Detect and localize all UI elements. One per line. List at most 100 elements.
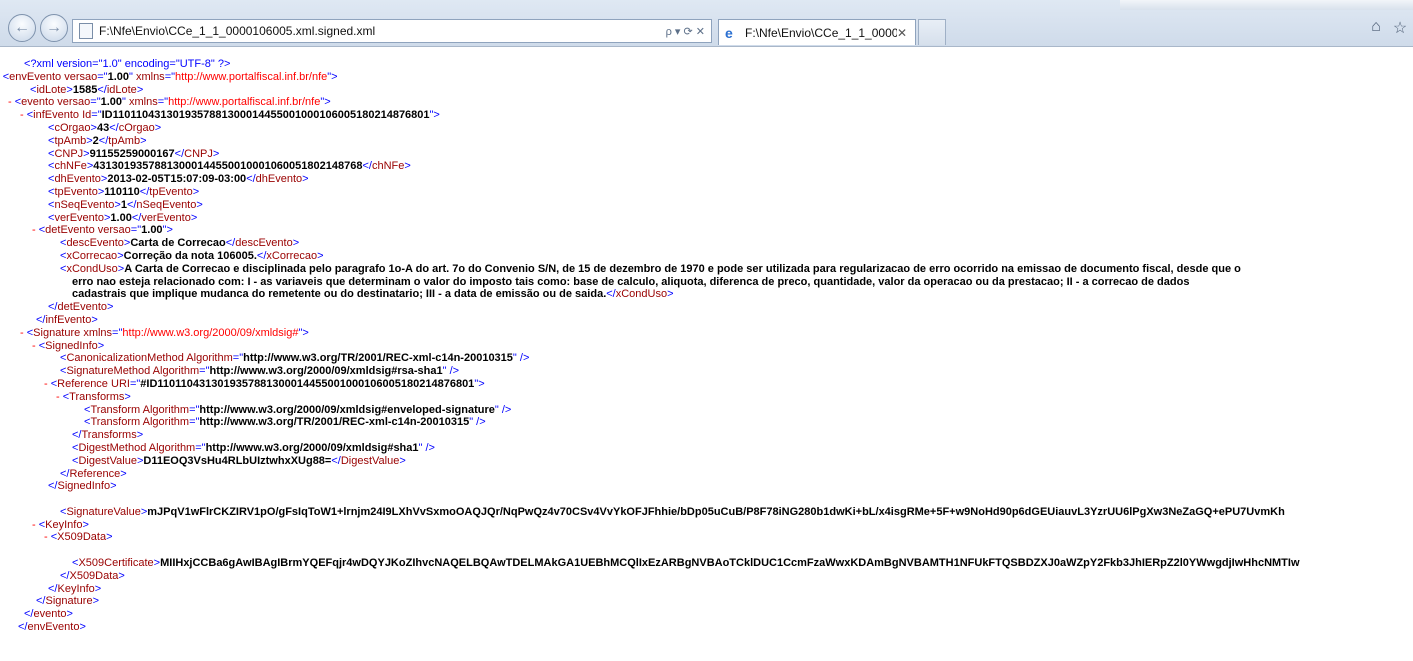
xml-line: <tpEvento>110110</tpEvento> — [0, 186, 1413, 199]
xml-token: erro nao esteja relacionado com: I - as … — [72, 275, 1190, 288]
home-icon[interactable]: ⌂ — [1366, 18, 1386, 38]
tab-active[interactable]: e F:\Nfe\Envio\CCe_1_1_0000... ✕ — [718, 19, 916, 45]
xml-token: =" — [232, 352, 244, 365]
collapse-toggle[interactable]: - — [56, 391, 63, 403]
xml-line[interactable]: - <SignedInfo> — [0, 340, 1413, 353]
xml-token: 1.00 — [141, 224, 163, 237]
xml-line[interactable]: - <Transforms> — [0, 391, 1413, 404]
xml-line — [0, 544, 1413, 557]
xml-line[interactable]: - <KeyInfo> — [0, 519, 1413, 532]
xml-token: evento — [33, 608, 67, 621]
xml-token: xmlns — [80, 326, 113, 339]
xml-token: http://www.portalfiscal.inf.br/nfe — [175, 70, 328, 83]
xml-token: =" — [130, 224, 142, 237]
xml-token: tpEvento — [149, 185, 193, 198]
xml-token: 91155259000167 — [89, 147, 175, 160]
close-tab-icon[interactable]: ✕ — [897, 26, 911, 40]
xml-token: http://www.w3.org/TR/2001/REC-xml-c14n-2… — [243, 352, 513, 365]
collapse-toggle[interactable]: - — [32, 519, 39, 531]
xml-token: SignatureValue — [66, 505, 141, 518]
xml-token: =" — [97, 70, 108, 83]
xml-line[interactable]: - <envEvento versao="1.00" xmlns="http:/… — [0, 71, 1413, 84]
xml-line[interactable]: - <evento versao="1.00" xmlns="http://ww… — [0, 96, 1413, 109]
xml-token: =" — [189, 403, 200, 416]
xml-token: 1585 — [72, 83, 98, 96]
xml-line: <chNFe>431301935788130001445500100010600… — [0, 160, 1413, 173]
xml-token: > — [110, 480, 117, 493]
xml-token: CNPJ — [54, 147, 84, 160]
xml-line: <nSeqEvento>1</nSeqEvento> — [0, 199, 1413, 212]
xml-token: ID11011043130193578813000144550010001060… — [101, 109, 430, 122]
xml-line[interactable]: - <detEvento versao="1.00"> — [0, 224, 1413, 237]
xml-line — [0, 493, 1413, 506]
xml-token: http://www.portalfiscal.inf.br/nfe — [168, 96, 321, 109]
xml-token: MIIHxjCCBa6gAwIBAgIBrmYQEFqjr4wDQYJKoZIh… — [160, 557, 1300, 570]
xml-token: envEvento — [9, 70, 62, 83]
address-controls[interactable]: ρ ▾ ⟳ ✕ — [666, 25, 705, 38]
xml-token: SignedInfo — [57, 480, 111, 493]
collapse-toggle[interactable]: - — [20, 327, 27, 339]
xml-token: envEvento — [27, 621, 80, 634]
collapse-toggle[interactable]: - — [44, 531, 51, 543]
address-url[interactable]: F:\Nfe\Envio\CCe_1_1_0000106005.xml.sign… — [99, 24, 666, 38]
back-button[interactable]: ← — [8, 14, 36, 42]
xml-token: http://www.w3.org/2000/09/xmldsig# — [122, 326, 299, 339]
xml-token: Transforms — [69, 390, 125, 403]
xml-token: </ — [606, 288, 616, 301]
xml-line: <idLote>1585</idLote> — [0, 84, 1413, 97]
xml-token: tpEvento — [54, 185, 98, 198]
xml-token: " /> — [512, 352, 530, 365]
xml-token: </ — [109, 121, 119, 134]
xml-token: > — [124, 390, 131, 403]
xml-token: > — [212, 147, 220, 160]
xml-token: </ — [331, 454, 341, 467]
xml-line: </Signature> — [0, 595, 1413, 608]
xml-token: CanonicalizationMethod — [66, 352, 184, 365]
xml-token: nSeqEvento — [136, 198, 197, 211]
address-bar[interactable]: F:\Nfe\Envio\CCe_1_1_0000106005.xml.sign… — [72, 19, 712, 43]
xml-token: Signature — [45, 595, 93, 608]
xml-token: > — [190, 211, 198, 224]
back-arrow-icon: ← — [14, 19, 30, 36]
xml-line: <verEvento>1.00</verEvento> — [0, 212, 1413, 225]
xml-token: descEvento — [66, 237, 124, 250]
collapse-toggle[interactable]: - — [32, 340, 39, 352]
xml-token: =" — [129, 377, 141, 390]
forward-button[interactable]: → — [40, 14, 68, 42]
xml-line[interactable]: - <Signature xmlns="http://www.w3.org/20… — [0, 327, 1413, 340]
collapse-toggle[interactable]: - — [20, 109, 27, 121]
xml-token: 1.00 — [100, 96, 123, 109]
xml-token: > — [120, 467, 127, 480]
xml-token: nSeqEvento — [54, 198, 115, 211]
xml-token: </ — [97, 83, 107, 96]
xml-token: chNFe — [54, 160, 87, 173]
collapse-toggle[interactable]: - — [8, 96, 15, 108]
xml-token: Algorithm — [140, 416, 190, 429]
xml-token: =" — [91, 109, 102, 122]
xml-token: versao — [54, 96, 91, 109]
xml-line[interactable]: - <Reference URI="#ID1101104313019357881… — [0, 378, 1413, 391]
xml-token: xCorrecao — [66, 249, 118, 262]
xml-token: versao — [61, 70, 98, 83]
favorites-star-icon[interactable]: ☆ — [1390, 18, 1410, 38]
xml-line: <DigestMethod Algorithm="http://www.w3.o… — [0, 442, 1413, 455]
xml-token: </ — [126, 198, 137, 211]
xml-token: =" — [90, 96, 101, 109]
tab-title: F:\Nfe\Envio\CCe_1_1_0000... — [745, 25, 897, 40]
xml-token: SignedInfo — [45, 339, 98, 352]
xml-token: <?xml version="1.0" encoding="UTF-8" ?> — [24, 58, 231, 70]
xml-token: Algorithm — [183, 352, 233, 365]
page-icon — [79, 23, 93, 39]
xml-token: "> — [298, 326, 309, 339]
xml-token: Id — [79, 109, 92, 122]
xml-token: =" — [189, 416, 200, 429]
xml-token: > — [317, 249, 324, 262]
ie-icon: e — [725, 24, 733, 41]
collapse-toggle[interactable]: - — [32, 224, 39, 236]
xml-line[interactable]: - <infEvento Id="ID110110431301935788130… — [0, 109, 1413, 122]
xml-token: tpAmb — [54, 134, 87, 147]
collapse-toggle[interactable]: - — [44, 378, 51, 390]
new-tab-button[interactable] — [918, 19, 946, 45]
xml-token: CNPJ — [184, 147, 213, 160]
xml-line[interactable]: - <X509Data> — [0, 531, 1413, 544]
